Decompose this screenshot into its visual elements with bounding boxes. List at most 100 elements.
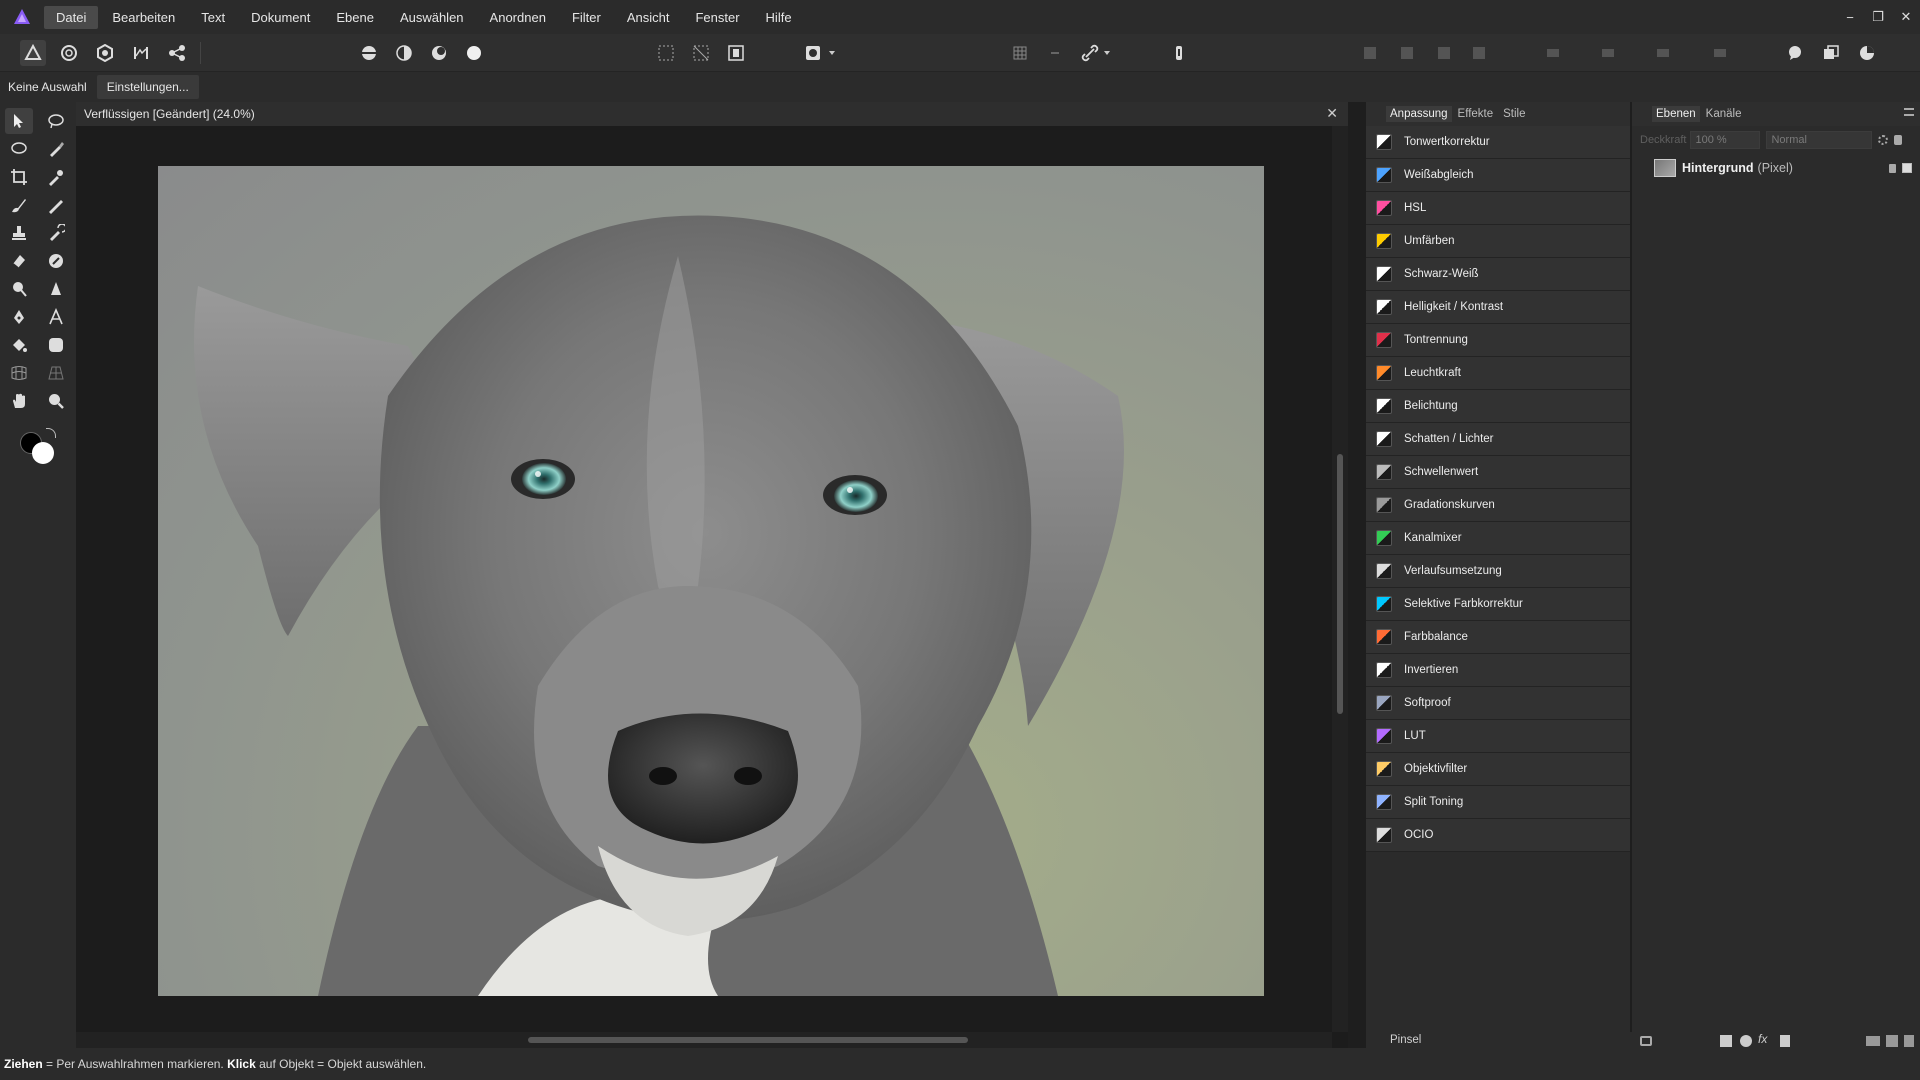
document-tab[interactable]: Verflüssigen [Geändert] (24.0%) ✕ (76, 102, 1348, 126)
close-window-button[interactable]: ✕ (1892, 3, 1920, 31)
adjustment-item[interactable]: LUT (1366, 720, 1630, 753)
menu-help[interactable]: Hilfe (754, 6, 804, 29)
settings-button[interactable]: Einstellungen... (96, 75, 199, 99)
chevron-down-icon[interactable] (826, 40, 838, 66)
auto-contrast-icon[interactable] (391, 40, 417, 66)
tab-effects[interactable]: Effekte (1454, 106, 1498, 122)
adjustment-item[interactable]: Split Toning (1366, 786, 1630, 819)
panel-menu-icon[interactable] (1904, 108, 1914, 116)
eraser-icon[interactable] (5, 248, 33, 274)
layer-visibility-checkbox[interactable] (1902, 163, 1912, 173)
selection-rect-icon[interactable] (653, 40, 679, 66)
menu-layer[interactable]: Ebene (324, 6, 386, 29)
adjustment-item[interactable]: Schwarz-Weiß (1366, 258, 1630, 291)
auto-levels-icon[interactable] (356, 40, 382, 66)
info-icon[interactable] (1166, 40, 1192, 66)
move-tool-icon[interactable] (5, 108, 33, 134)
selection-brush-icon[interactable] (42, 136, 70, 162)
hand-tool-icon[interactable] (5, 388, 33, 414)
layers-stack-icon[interactable] (1640, 1036, 1652, 1046)
gear-icon[interactable] (1878, 135, 1889, 145)
opacity-field[interactable]: 100 % (1690, 131, 1761, 149)
trash-icon[interactable] (1904, 1035, 1914, 1047)
flip-vertical-icon[interactable] (1707, 40, 1733, 66)
link-icon[interactable] (1077, 40, 1103, 66)
lasso-selection-icon[interactable] (5, 136, 33, 162)
fill-tool-icon[interactable] (5, 332, 33, 358)
quick-mask-icon[interactable] (723, 40, 749, 66)
tab-styles[interactable]: Stile (1499, 106, 1529, 122)
auto-colors-icon[interactable] (426, 40, 452, 66)
export-persona-icon[interactable] (164, 40, 190, 66)
menu-select[interactable]: Auswählen (388, 6, 476, 29)
photo-persona-icon[interactable] (20, 40, 46, 66)
adjustment-item[interactable]: Selektive Farbkorrektur (1366, 588, 1630, 621)
shape-tool-icon[interactable] (42, 332, 70, 358)
lock-icon[interactable] (1894, 135, 1903, 145)
brush-panel-label[interactable]: Pinsel (1390, 1034, 1421, 1046)
adjustment-item[interactable]: Kanalmixer (1366, 522, 1630, 555)
zoom-tool-icon[interactable] (42, 388, 70, 414)
adjustment-item[interactable]: Gradationskurven (1366, 489, 1630, 522)
fx-icon[interactable]: fx (1758, 1032, 1767, 1046)
chevron-down-icon[interactable] (1101, 40, 1113, 66)
adjustment-item[interactable]: Belichtung (1366, 390, 1630, 423)
assistant-icon[interactable] (1042, 40, 1068, 66)
adjustment-item[interactable]: Umfärben (1366, 225, 1630, 258)
vertical-scroll-thumb[interactable] (1337, 454, 1343, 714)
undo-brush-icon[interactable] (42, 220, 70, 246)
adjustment-item[interactable]: Farbbalance (1366, 621, 1630, 654)
menu-edit[interactable]: Bearbeiten (100, 6, 187, 29)
adjustment-item[interactable]: Softproof (1366, 687, 1630, 720)
studio-chat-icon[interactable] (1782, 40, 1808, 66)
tab-layers[interactable]: Ebenen (1652, 106, 1700, 122)
layer-lock-icon[interactable] (1889, 163, 1896, 173)
selection-invert-icon[interactable] (688, 40, 714, 66)
adjustment-item[interactable]: Verlaufsumsetzung (1366, 555, 1630, 588)
text-tool-icon[interactable] (42, 304, 70, 330)
mesh-warp-icon[interactable] (5, 360, 33, 386)
pen-tool-icon[interactable] (5, 304, 33, 330)
menu-arrange[interactable]: Anordnen (478, 6, 558, 29)
healing-brush-icon[interactable] (42, 248, 70, 274)
adjustment-item[interactable]: Leuchtkraft (1366, 357, 1630, 390)
mask-layer-icon[interactable] (1720, 1035, 1732, 1047)
auto-white-balance-icon[interactable] (461, 40, 487, 66)
transform-icon[interactable] (1595, 40, 1621, 66)
color-picker-icon[interactable] (42, 164, 70, 190)
restore-button[interactable]: ❐ (1864, 3, 1892, 31)
adjustment-item[interactable]: Invertieren (1366, 654, 1630, 687)
new-layer-icon[interactable] (1886, 1035, 1898, 1047)
develop-persona-icon[interactable] (92, 40, 118, 66)
mask-mode-icon[interactable] (800, 40, 826, 66)
layer-row[interactable]: Hintergrund (Pixel) (1632, 154, 1920, 182)
adjustment-item[interactable]: Schwellenwert (1366, 456, 1630, 489)
snapping-icon[interactable] (1007, 40, 1033, 66)
menu-filter[interactable]: Filter (560, 6, 613, 29)
adjustment-item[interactable]: Helligkeit / Kontrast (1366, 291, 1630, 324)
pixel-brush-icon[interactable] (42, 192, 70, 218)
arrange-forward-icon[interactable] (1431, 40, 1457, 66)
adjustment-item[interactable]: OCIO (1366, 819, 1630, 852)
menu-file[interactable]: Datei (44, 5, 99, 29)
adjustment-item[interactable]: Weißabgleich (1366, 159, 1630, 192)
menu-document[interactable]: Dokument (239, 6, 322, 29)
tab-channels[interactable]: Kanäle (1702, 106, 1746, 122)
minimize-button[interactable]: − (1836, 3, 1864, 31)
studio-layers-icon[interactable] (1818, 40, 1844, 66)
swap-colors-icon[interactable] (46, 428, 56, 438)
adjustment-item[interactable]: Schatten / Lichter (1366, 423, 1630, 456)
perspective-tool-icon[interactable] (42, 360, 70, 386)
flip-horizontal-icon[interactable] (1650, 40, 1676, 66)
adjustment-layer-icon[interactable] (1740, 1035, 1752, 1047)
dodge-tool-icon[interactable] (5, 276, 33, 302)
color-swatches[interactable] (18, 428, 60, 466)
new-group-icon[interactable] (1866, 1036, 1880, 1046)
adjustment-item[interactable]: Tontrennung (1366, 324, 1630, 357)
arrange-front-icon[interactable] (1466, 40, 1492, 66)
adjustment-item[interactable]: Tonwertkorrektur (1366, 126, 1630, 159)
menu-view[interactable]: Ansicht (615, 6, 682, 29)
image-canvas[interactable] (158, 166, 1264, 996)
studio-color-icon[interactable] (1854, 40, 1880, 66)
clone-stamp-icon[interactable] (5, 220, 33, 246)
